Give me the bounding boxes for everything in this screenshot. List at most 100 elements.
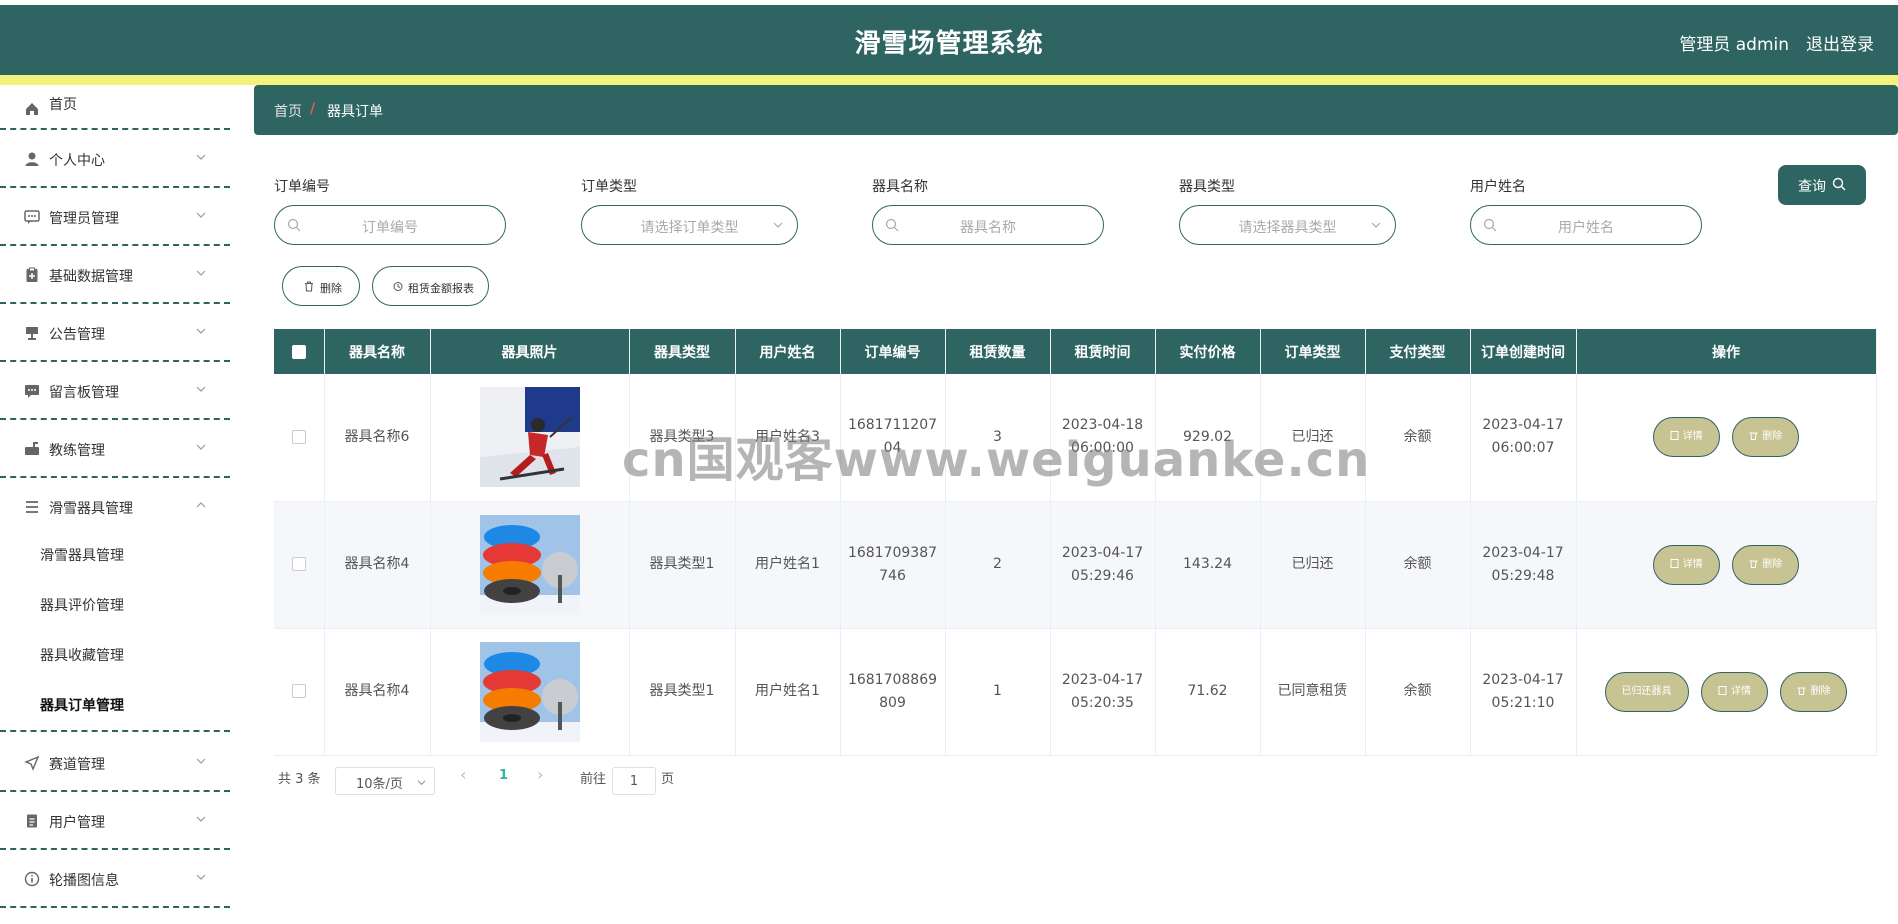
order-no-label: 订单编号 bbox=[274, 179, 330, 195]
goto-suffix: 页 bbox=[661, 772, 675, 787]
delete-button[interactable]: 删除 bbox=[1732, 417, 1800, 458]
table-row: 器具名称4 器具类型1 用户姓名1 1 bbox=[274, 501, 1877, 629]
row-checkbox[interactable] bbox=[291, 684, 306, 698]
sidebar-item-label: 滑雪器具管理 bbox=[49, 501, 133, 517]
send-icon bbox=[24, 755, 40, 771]
order-no-input[interactable]: 订单编号 bbox=[274, 205, 506, 245]
cell-order-no: 1681708869 809 bbox=[840, 628, 946, 756]
cell-order-type: 已归还 bbox=[1260, 501, 1366, 629]
cell-qty: 1 bbox=[945, 628, 1051, 756]
breadcrumb-home[interactable]: 首页 bbox=[274, 101, 302, 121]
sidebar-item-personal-center[interactable]: 个人中心 bbox=[0, 130, 230, 188]
table-row: 器具名称4 器具类型1 用户姓名1 1 bbox=[274, 628, 1877, 756]
chevron-down-icon bbox=[1371, 222, 1381, 228]
cell-price: 71.62 bbox=[1155, 628, 1261, 756]
sidebar-item-label: 教练管理 bbox=[49, 443, 105, 459]
breadcrumb-separator: / bbox=[310, 101, 316, 117]
trash-icon bbox=[1797, 687, 1806, 695]
person-icon bbox=[25, 152, 39, 166]
sidebar-item-base-data[interactable]: 基础数据管理 bbox=[0, 246, 230, 304]
page-number-active[interactable]: 1 bbox=[499, 768, 508, 783]
row-checkbox[interactable] bbox=[291, 557, 306, 571]
chevron-down-icon bbox=[196, 212, 206, 218]
sidebar: 首页 个人中心 管理员管理 基础数据管理 公告管理 留言板管理 教练管理 滑雪器… bbox=[0, 85, 230, 924]
skier-photo bbox=[479, 387, 580, 488]
breadcrumb-current: 器具订单 bbox=[327, 104, 383, 120]
header-accent-bar bbox=[0, 75, 1898, 85]
item-name-label: 器具名称 bbox=[872, 179, 928, 195]
sidebar-subitem-favorite[interactable]: 器具收藏管理 bbox=[40, 645, 124, 665]
page-size-select[interactable]: 10条/页 bbox=[335, 767, 435, 795]
message-icon bbox=[25, 385, 39, 398]
sidebar-item-label: 基础数据管理 bbox=[49, 269, 133, 285]
sidebar-item-user-mgmt[interactable]: 用户管理 bbox=[0, 792, 230, 850]
top-header: 滑雪场管理系统 管理员 admin 退出登录 bbox=[0, 5, 1898, 75]
cell-created-time: 2023-04-17 05:29:48 bbox=[1470, 501, 1577, 629]
delete-button[interactable]: 删除 bbox=[1780, 671, 1848, 712]
returned-equipment-button[interactable]: 已归还器具 bbox=[1604, 671, 1689, 712]
cell-item-type: 器具类型1 bbox=[629, 628, 736, 756]
batch-delete-button[interactable]: 删除 bbox=[282, 266, 360, 306]
chevron-down-icon bbox=[196, 386, 206, 392]
prev-page-button[interactable]: ‹ bbox=[460, 765, 466, 784]
cell-item-name: 器具名称4 bbox=[324, 501, 431, 629]
cell-item-name: 器具名称4 bbox=[324, 628, 431, 756]
select-all-cell[interactable] bbox=[274, 329, 325, 374]
logout-link[interactable]: 退出登录 bbox=[1806, 30, 1874, 55]
row-checkbox[interactable] bbox=[291, 429, 306, 444]
home-icon bbox=[26, 103, 38, 115]
trash-icon bbox=[1749, 432, 1758, 441]
chevron-down-icon bbox=[196, 154, 206, 160]
cell-created-time: 2023-04-17 06:00:07 bbox=[1470, 374, 1577, 502]
cell-rent-time: 2023-04-17 05:29:46 bbox=[1050, 501, 1156, 629]
sidebar-subitem-order[interactable]: 器具订单管理 bbox=[40, 695, 124, 715]
cell-created-time: 2023-04-17 05:21:10 bbox=[1470, 628, 1577, 756]
order-no-placeholder: 订单编号 bbox=[362, 220, 418, 236]
sidebar-item-label: 公告管理 bbox=[49, 327, 105, 343]
sidebar-item-home[interactable]: 首页 bbox=[0, 85, 230, 130]
cell-rent-time: 2023-04-17 05:20:35 bbox=[1050, 628, 1156, 756]
clock-icon bbox=[393, 282, 403, 291]
chevron-down-icon bbox=[196, 758, 206, 764]
sidebar-item-track[interactable]: 赛道管理 bbox=[0, 734, 230, 792]
sidebar-item-label: 赛道管理 bbox=[49, 757, 105, 773]
snow-tube-photo bbox=[479, 641, 580, 742]
query-button[interactable]: 查询 bbox=[1778, 165, 1866, 205]
select-all-checkbox[interactable] bbox=[291, 344, 306, 359]
pagination-total: 共 3 条 bbox=[278, 772, 321, 787]
sidebar-item-ski-equipment[interactable]: 滑雪器具管理 bbox=[0, 478, 230, 528]
column-header: 器具类型 bbox=[629, 329, 736, 374]
order-type-select[interactable]: 请选择订单类型 bbox=[581, 205, 798, 245]
goto-page-input[interactable] bbox=[612, 767, 656, 795]
sidebar-item-label: 留言板管理 bbox=[49, 385, 119, 401]
delete-button[interactable]: 删除 bbox=[1732, 544, 1800, 585]
user-name-input[interactable]: 用户姓名 bbox=[1470, 205, 1702, 245]
sidebar-item-message-board[interactable]: 留言板管理 bbox=[0, 362, 230, 420]
item-name-placeholder: 器具名称 bbox=[960, 220, 1016, 236]
sidebar-subitem-equipment[interactable]: 滑雪器具管理 bbox=[40, 545, 124, 565]
detail-button[interactable]: 详情 bbox=[1652, 417, 1720, 458]
cell-pay-type: 余额 bbox=[1365, 374, 1471, 502]
sidebar-item-coach[interactable]: 教练管理 bbox=[0, 420, 230, 478]
trash-icon bbox=[305, 281, 313, 292]
item-name-input[interactable]: 器具名称 bbox=[872, 205, 1104, 245]
cell-order-no: 1681711207 04 bbox=[840, 374, 946, 502]
sidebar-item-carousel[interactable]: 轮播图信息 bbox=[0, 850, 230, 908]
detail-button[interactable]: 详情 bbox=[1701, 671, 1768, 712]
sidebar-item-notice[interactable]: 公告管理 bbox=[0, 304, 230, 362]
chevron-down-icon bbox=[196, 270, 206, 276]
order-table: 器具名称 器具照片 器具类型 用户姓名 订单编号 租赁数量 租赁时间 实付价格 … bbox=[274, 329, 1877, 756]
rent-report-button[interactable]: 租赁金额报表 bbox=[372, 266, 489, 306]
detail-button[interactable]: 详情 bbox=[1652, 544, 1720, 585]
next-page-button[interactable]: › bbox=[537, 765, 543, 784]
chevron-down-icon bbox=[196, 874, 206, 880]
user-name-placeholder: 用户姓名 bbox=[1558, 220, 1614, 236]
rent-report-label: 租赁金额报表 bbox=[408, 282, 474, 295]
column-header: 订单创建时间 bbox=[1470, 329, 1577, 374]
item-type-placeholder: 请选择器具类型 bbox=[1238, 220, 1337, 236]
sidebar-item-admin-mgmt[interactable]: 管理员管理 bbox=[0, 188, 230, 246]
cell-order-no: 1681709387 746 bbox=[840, 501, 946, 629]
sidebar-subitem-review[interactable]: 器具评价管理 bbox=[40, 595, 124, 615]
item-type-select[interactable]: 请选择器具类型 bbox=[1179, 205, 1396, 245]
sidebar-item-label: 管理员管理 bbox=[49, 211, 119, 227]
